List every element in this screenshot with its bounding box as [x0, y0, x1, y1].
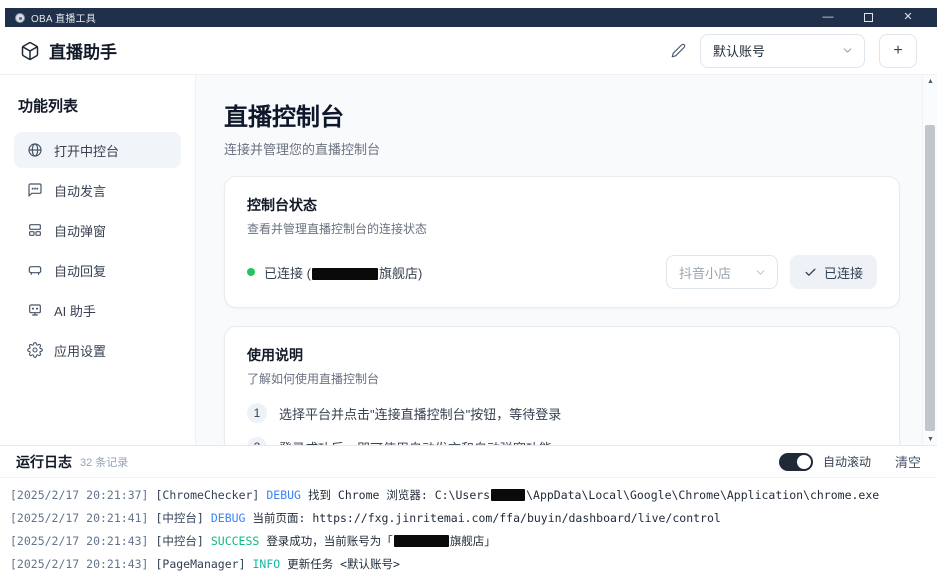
globe-icon — [27, 142, 43, 158]
log-message: 登录成功，当前账号为「旗舰店」 — [266, 534, 496, 548]
app-header: 直播助手 默认账号 + — [0, 27, 937, 75]
log-timestamp: [2025/2/17 20:21:41] — [10, 511, 148, 525]
sidebar-item-ai-assistant[interactable]: AI 助手 — [14, 292, 181, 328]
step-number-badge: 1 — [247, 403, 267, 423]
window-title: OBA 直播工具 — [31, 10, 96, 25]
sidebar-item-label: 自动回复 — [54, 261, 106, 280]
autoscroll-toggle[interactable] — [779, 453, 813, 471]
sidebar-item-open-console[interactable]: 打开中控台 — [14, 132, 181, 168]
page-title: 直播助手 — [49, 38, 117, 63]
log-header: 运行日志 32 条记录 自动滚动 清空 — [0, 446, 937, 478]
connected-button[interactable]: 已连接 — [790, 255, 877, 289]
log-message: 找到 Chrome 浏览器: C:\Users\AppData\Local\Go… — [308, 488, 879, 502]
log-entry: [2025/2/17 20:21:43] [中控台] SUCCESS 登录成功，当前账… — [10, 530, 927, 553]
maximize-icon — [864, 13, 873, 22]
edit-pencil-icon[interactable] — [671, 43, 686, 58]
log-source: [PageManager] — [155, 557, 245, 571]
sidebar-item-app-settings[interactable]: 应用设置 — [14, 332, 181, 368]
log-entry: [2025/2/17 20:21:43] [PageManager] INFO 更新任… — [10, 553, 927, 576]
log-level: INFO — [253, 557, 281, 571]
log-level: DEBUG — [211, 511, 246, 525]
sidebar-item-label: 打开中控台 — [54, 141, 119, 160]
sidebar-item-label: AI 助手 — [54, 301, 96, 320]
sidebar-item-auto-reply[interactable]: 自动回复 — [14, 252, 181, 288]
check-icon — [804, 266, 817, 279]
content-subtitle: 连接并管理您的直播控制台 — [224, 139, 906, 158]
content-title: 直播控制台 — [224, 97, 906, 132]
package-icon — [20, 41, 40, 61]
sidebar-item-label: 自动弹窗 — [54, 221, 106, 240]
main-scrollbar[interactable]: ▲ ▼ — [922, 75, 937, 445]
help-step: 1 选择平台并点击"连接直播控制台"按钮，等待登录 — [247, 403, 877, 423]
sidebar-item-auto-popup[interactable]: 自动弹窗 — [14, 212, 181, 248]
chat-bubble-icon — [27, 182, 43, 198]
scrollbar-thumb[interactable] — [925, 125, 935, 431]
redacted-text — [394, 535, 449, 547]
help-step: 2 登录成功后，即可使用自动发言和自动弹窗功能 — [247, 437, 877, 445]
add-account-button[interactable]: + — [879, 34, 917, 68]
minimize-button[interactable]: — — [821, 11, 835, 25]
connection-status-text: 已连接 (旗舰店) — [264, 263, 422, 282]
clear-log-button[interactable]: 清空 — [895, 452, 921, 471]
monitor-icon — [27, 302, 43, 318]
close-button[interactable]: ✕ — [901, 11, 915, 25]
log-level: DEBUG — [266, 488, 301, 502]
auto-reply-icon — [27, 262, 43, 278]
status-card-heading: 控制台状态 — [247, 195, 877, 215]
log-level: SUCCESS — [211, 534, 259, 548]
step-text: 选择平台并点击"连接直播控制台"按钮，等待登录 — [279, 404, 561, 423]
main-content: 直播控制台 连接并管理您的直播控制台 控制台状态 查看并管理直播控制台的连接状态… — [196, 75, 922, 445]
scroll-up-arrow-icon[interactable]: ▲ — [923, 75, 937, 87]
log-entry: [2025/2/17 20:21:41] [中控台] DEBUG 当前页面: http… — [10, 507, 927, 530]
log-source: [中控台] — [155, 511, 203, 525]
help-card-description: 了解如何使用直播控制台 — [247, 370, 877, 387]
account-select-value: 默认账号 — [713, 41, 765, 60]
step-text: 登录成功后，即可使用自动发言和自动弹窗功能 — [279, 438, 552, 446]
status-card-description: 查看并管理直播控制台的连接状态 — [247, 220, 877, 237]
maximize-button[interactable] — [861, 11, 875, 25]
scroll-down-arrow-icon[interactable]: ▼ — [923, 433, 937, 445]
autoscroll-label: 自动滚动 — [823, 453, 871, 470]
sidebar-heading: 功能列表 — [18, 95, 177, 116]
log-title: 运行日志 — [16, 452, 72, 472]
log-panel: 运行日志 32 条记录 自动滚动 清空 [2025/2/17 20:21:37]… — [0, 445, 937, 586]
redacted-text — [312, 268, 378, 280]
gear-icon — [27, 342, 43, 358]
toggle-knob — [797, 455, 811, 469]
console-status-card: 控制台状态 查看并管理直播控制台的连接状态 已连接 (旗舰店) 抖音小店 — [224, 176, 900, 308]
log-timestamp: [2025/2/17 20:21:37] — [10, 488, 148, 502]
platform-select-value: 抖音小店 — [679, 263, 731, 282]
sidebar-item-auto-speak[interactable]: 自动发言 — [14, 172, 181, 208]
sidebar: 功能列表 打开中控台 自动发言 自动弹窗 自动回复 AI 助手 — [0, 75, 196, 445]
log-source: [ChromeChecker] — [155, 488, 259, 502]
connected-button-label: 已连接 — [824, 263, 863, 282]
log-lines: [2025/2/17 20:21:37] [ChromeChecker] DEBUG… — [0, 478, 937, 582]
help-card-heading: 使用说明 — [247, 345, 877, 365]
app-window: OBA 直播工具 — ✕ 直播助手 默认账号 + 功能列表 — [0, 0, 937, 586]
window-titlebar: OBA 直播工具 — ✕ — [5, 8, 937, 27]
log-entry: [2025/2/17 20:21:37] [ChromeChecker] DEBUG… — [10, 484, 927, 507]
log-record-count: 32 条记录 — [80, 454, 128, 470]
log-message: 当前页面: https://fxg.jinritemai.com/ffa/buy… — [252, 511, 720, 525]
log-source: [中控台] — [155, 534, 203, 548]
redacted-text — [491, 489, 525, 501]
sidebar-item-label: 应用设置 — [54, 341, 106, 360]
account-select[interactable]: 默认账号 — [700, 34, 865, 68]
popup-windows-icon — [27, 222, 43, 238]
chevron-down-icon — [754, 266, 767, 279]
log-timestamp: [2025/2/17 20:21:43] — [10, 534, 148, 548]
log-message: 更新任务 <默认账号> — [287, 557, 400, 571]
log-timestamp: [2025/2/17 20:21:43] — [10, 557, 148, 571]
app-icon — [15, 13, 25, 23]
chevron-down-icon — [841, 44, 854, 57]
sidebar-item-label: 自动发言 — [54, 181, 106, 200]
platform-select[interactable]: 抖音小店 — [666, 255, 778, 289]
usage-help-card: 使用说明 了解如何使用直播控制台 1 选择平台并点击"连接直播控制台"按钮，等待… — [224, 326, 900, 445]
status-dot-connected — [247, 268, 255, 276]
step-number-badge: 2 — [247, 437, 267, 445]
